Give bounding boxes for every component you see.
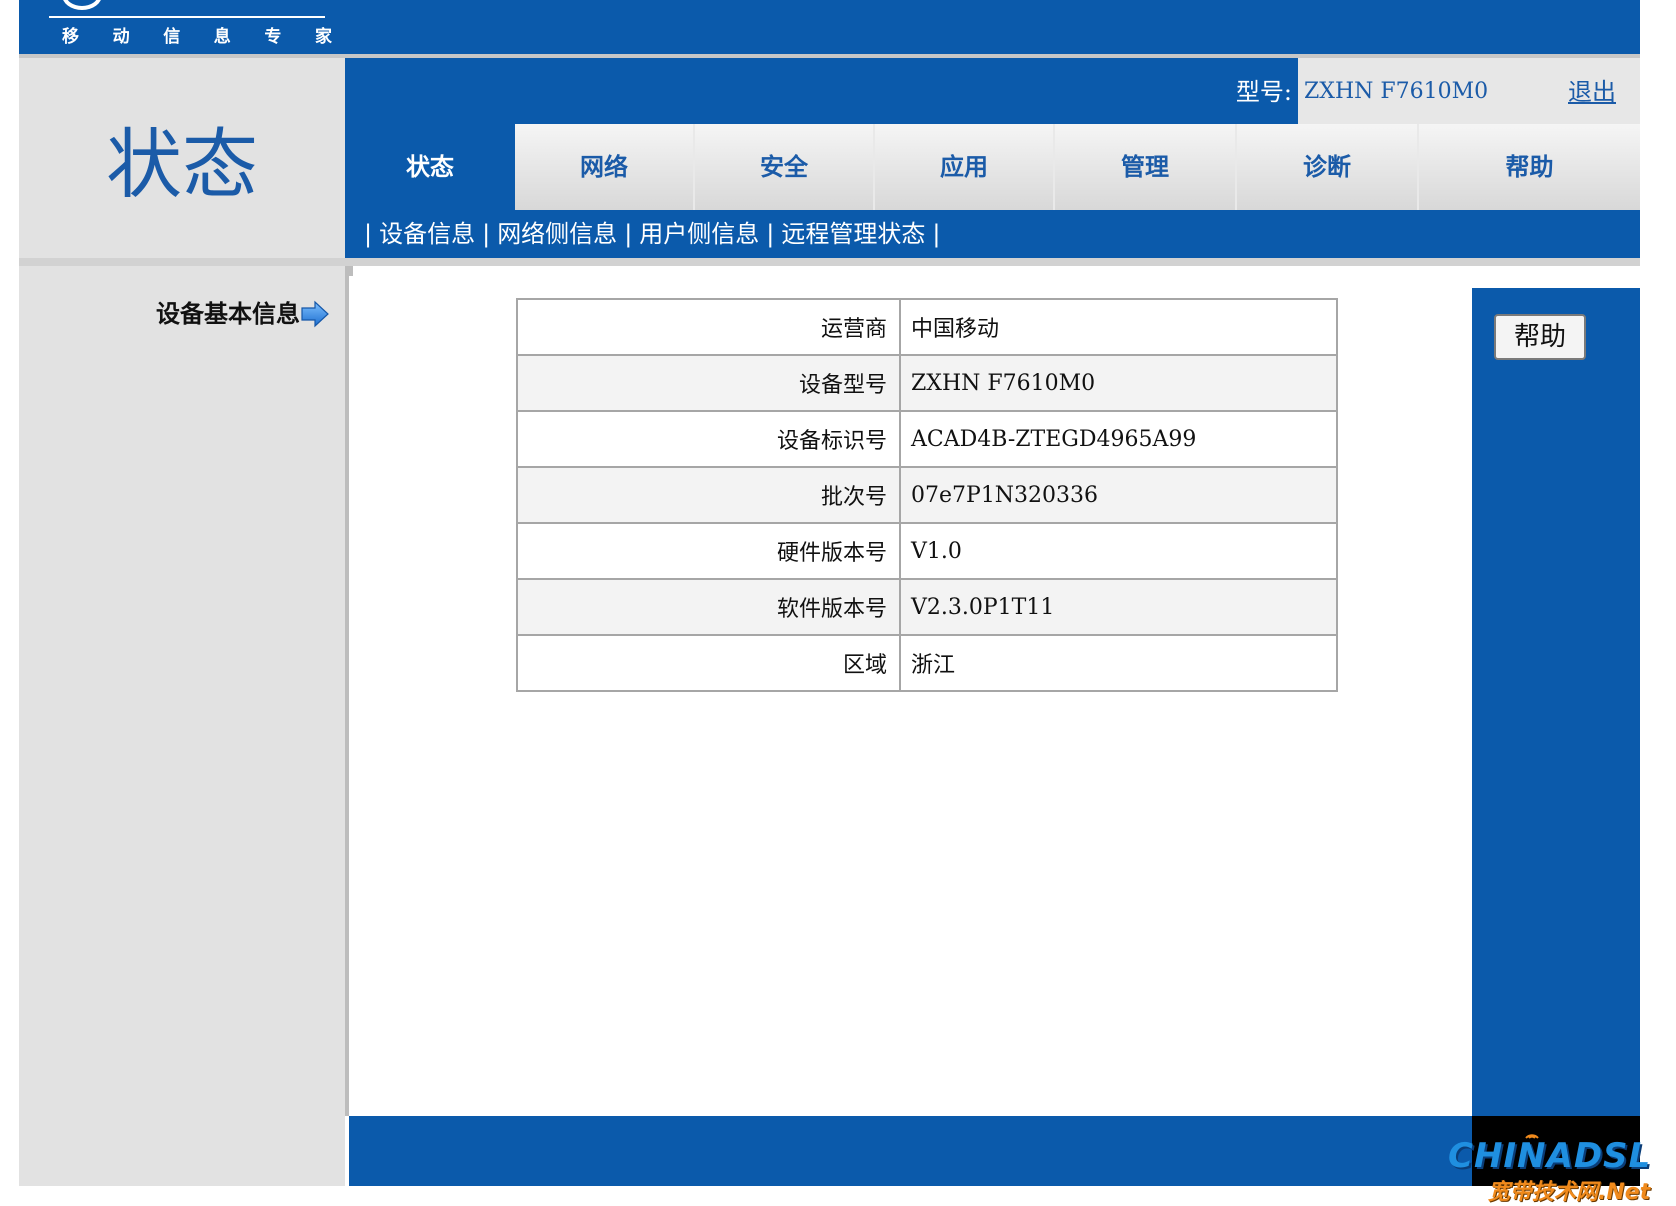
subnav-separator: |	[766, 220, 775, 248]
device-info-table: 运营商 中国移动 设备型号 ZXHN F7610M0 设备标识号 ACAD4B-…	[516, 298, 1338, 692]
row-label: 软件版本号	[516, 578, 901, 636]
tab-help[interactable]: 帮助	[1419, 124, 1640, 210]
row-label: 设备标识号	[516, 410, 901, 468]
table-row: 区域 浙江	[516, 634, 1338, 692]
row-value: 07e7P1N320336	[899, 466, 1338, 524]
row-value: 浙江	[899, 634, 1338, 692]
row-value: ZXHN F7610M0	[899, 354, 1338, 412]
row-label: 硬件版本号	[516, 522, 901, 580]
table-row: 软件版本号 V2.3.0P1T11	[516, 578, 1338, 636]
table-row: 设备标识号 ACAD4B-ZTEGD4965A99	[516, 410, 1338, 468]
row-value: V2.3.0P1T11	[899, 578, 1338, 636]
tab-diagnostics[interactable]: 诊断	[1237, 124, 1419, 210]
tab-network[interactable]: 网络	[515, 124, 695, 210]
row-value: ACAD4B-ZTEGD4965A99	[899, 410, 1338, 468]
row-label: 运营商	[516, 298, 901, 356]
subnav-separator: |	[482, 220, 491, 248]
subnav: | 设备信息 | 网络侧信息 | 用户侧信息 | 远程管理状态 |	[345, 210, 1640, 258]
footer-bar	[349, 1116, 1472, 1186]
watermark-main: CHINADSL	[1448, 1136, 1652, 1176]
header-divider	[19, 258, 1640, 266]
logout-link[interactable]: 退出	[1568, 72, 1628, 112]
logo-slogan: 移 动 信 息 专 家	[62, 22, 332, 48]
row-value: 中国移动	[899, 298, 1338, 356]
table-row: 批次号 07e7P1N320336	[516, 466, 1338, 524]
sidebar-item-device-basic-info[interactable]: 设备基本信息	[100, 296, 300, 332]
tab-management[interactable]: 管理	[1055, 124, 1237, 210]
right-panel	[1472, 288, 1640, 1116]
help-button[interactable]: 帮助	[1494, 314, 1586, 360]
tab-status[interactable]: 状态	[345, 124, 515, 210]
slogan-char: 家	[314, 27, 332, 47]
subnav-separator: |	[364, 220, 373, 248]
subnav-user-side-info[interactable]: 用户侧信息	[639, 210, 759, 258]
left-sidebar	[19, 266, 345, 1116]
slogan-char: 移	[62, 27, 79, 47]
table-row: 硬件版本号 V1.0	[516, 522, 1338, 580]
model-label: 型号:	[1235, 78, 1292, 106]
row-label: 批次号	[516, 466, 901, 524]
slogan-char: 息	[213, 27, 231, 47]
subnav-remote-management-status[interactable]: 远程管理状态	[781, 210, 925, 258]
table-row: 设备型号 ZXHN F7610M0	[516, 354, 1338, 412]
table-row: 运营商 中国移动	[516, 298, 1338, 356]
subnav-device-info[interactable]: 设备信息	[379, 210, 475, 258]
footer-left	[19, 1116, 345, 1186]
row-label: 设备型号	[516, 354, 901, 412]
page-title: 状态	[106, 120, 258, 209]
row-value: V1.0	[899, 522, 1338, 580]
tab-security[interactable]: 安全	[695, 124, 875, 210]
logo-divider	[49, 16, 325, 18]
slogan-char: 专	[264, 27, 282, 47]
slogan-char: 信	[163, 27, 181, 47]
model-value: ZXHN F7610M0	[1304, 79, 1489, 104]
row-label: 区域	[516, 634, 901, 692]
tab-application[interactable]: 应用	[875, 124, 1055, 210]
subnav-separator: |	[932, 220, 941, 248]
subnav-separator: |	[624, 220, 633, 248]
subnav-network-side-info[interactable]: 网络侧信息	[497, 210, 617, 258]
watermark-sub: 宽带技术网.Net	[1488, 1180, 1651, 1205]
right-arrow-icon	[301, 300, 329, 328]
logo-text: CHINA MOBILE	[138, 0, 408, 10]
slogan-char: 动	[112, 27, 130, 47]
chinadsl-watermark: CHINADSL 宽带技术网.Net	[1448, 1134, 1676, 1205]
